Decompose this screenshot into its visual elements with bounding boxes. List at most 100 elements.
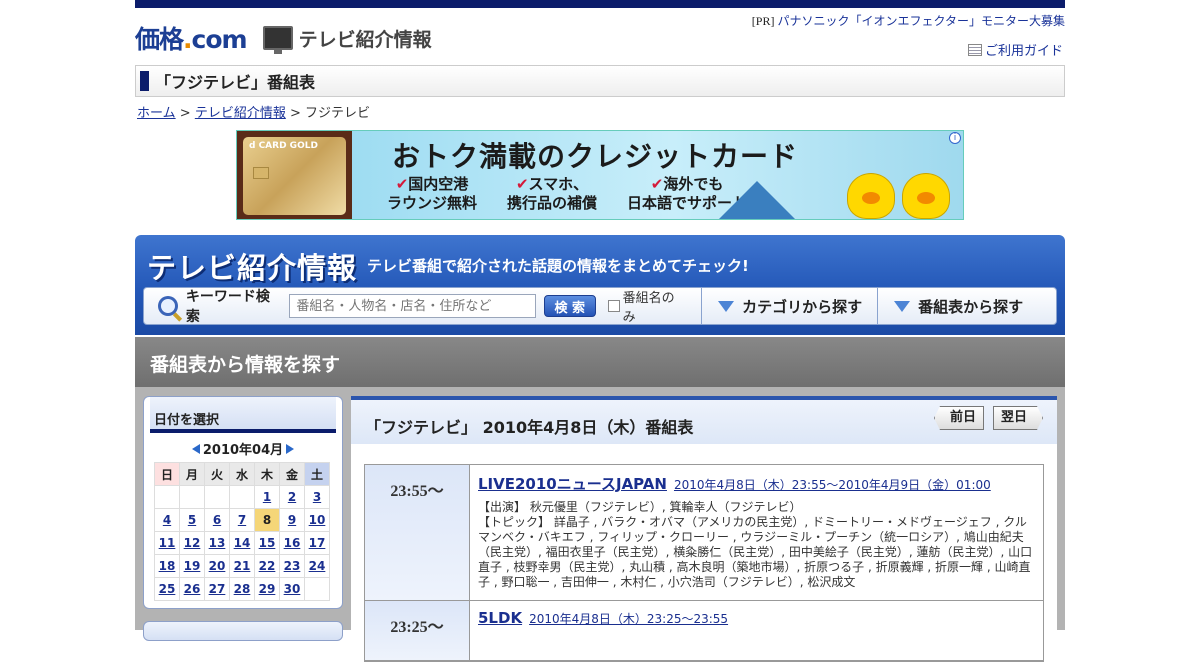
program-datetime-link[interactable]: 2010年4月8日（木）23:55～2010年4月9日（金）01:00 (674, 476, 991, 493)
check-icon: ✔ (515, 175, 529, 193)
calendar-day[interactable]: 5 (179, 508, 205, 532)
pr-link[interactable]: パナソニック「イオンエフェクター」モニター大募集 (777, 14, 1065, 28)
calendar-day[interactable]: 9 (279, 508, 305, 532)
calendar-day[interactable]: 28 (229, 577, 255, 601)
calendar-day[interactable]: 2 (279, 485, 305, 509)
calendar-day[interactable]: 20 (204, 554, 230, 578)
calendar-day-link[interactable]: 6 (213, 513, 221, 527)
calendar-day[interactable]: 12 (179, 531, 205, 555)
tab-schedule[interactable]: 番組表から探す (877, 287, 1056, 325)
calendar-day[interactable]: 26 (179, 577, 205, 601)
calendar-day[interactable]: 16 (279, 531, 305, 555)
calendar-day-link[interactable]: 7 (238, 513, 246, 527)
check-icon: ✔ (650, 175, 664, 193)
program-title-line: 5LDK 2010年4月8日（木）23:25～23:55 (478, 609, 1035, 627)
calendar-day-link[interactable]: 18 (159, 559, 176, 573)
calendar-day-link[interactable]: 17 (309, 536, 326, 550)
calendar-day[interactable]: 7 (229, 508, 255, 532)
calendar-day[interactable]: 17 (304, 531, 330, 555)
calendar-day-link[interactable]: 22 (259, 559, 276, 573)
search-button[interactable]: 検 索 (543, 295, 596, 317)
program-title-link[interactable]: LIVE2010ニュースJAPAN (478, 473, 667, 494)
calendar-day-link[interactable]: 13 (209, 536, 226, 550)
ad-card-label: d CARD GOLD (249, 141, 318, 151)
schedule-heading: 「フジテレビ」 2010年4月8日（木）番組表 (365, 418, 694, 437)
calendar-day[interactable]: 6 (204, 508, 230, 532)
calendar-day-link[interactable]: 24 (309, 559, 326, 573)
calendar-day-link[interactable]: 26 (184, 582, 201, 596)
checkbox-icon[interactable] (607, 300, 620, 312)
guide-link[interactable]: ご利用ガイド (985, 40, 1063, 59)
calendar-day[interactable]: 30 (279, 577, 305, 601)
calendar-day-link[interactable]: 4 (163, 513, 171, 527)
program-name-only-checkbox[interactable]: 番組名のみ (607, 287, 688, 325)
calendar-day-link[interactable]: 30 (284, 582, 301, 596)
guide-link-wrap[interactable]: ご利用ガイド (967, 40, 1063, 59)
ad-features: ✔国内空港 ラウンジ無料 ✔スマホ、 携行品の補償 ✔海外でも 日本語でサポート (387, 175, 747, 213)
calendar-day[interactable]: 10 (304, 508, 330, 532)
program-time: 23:55～ (365, 465, 470, 600)
breadcrumb-tv-info[interactable]: テレビ紹介情報 (195, 106, 286, 121)
calendar-day-link[interactable]: 9 (288, 513, 296, 527)
program-body: LIVE2010ニュースJAPAN 2010年4月8日（木）23:55～2010… (470, 465, 1043, 600)
calendar-day[interactable]: 4 (154, 508, 180, 532)
prev-month-icon[interactable] (191, 443, 200, 454)
calendar-day-link[interactable]: 19 (184, 559, 201, 573)
triangle-down-icon (894, 300, 911, 312)
calendar-day[interactable]: 22 (254, 554, 280, 578)
weekday-label: 月 (179, 462, 205, 486)
banner-ad[interactable]: d CARD GOLD おトク満載のクレジットカード ✔国内空港 ラウンジ無料 ✔… (236, 130, 964, 220)
calendar-day-link[interactable]: 14 (234, 536, 251, 550)
calendar-day[interactable]: 25 (154, 577, 180, 601)
calendar-day-link[interactable]: 5 (188, 513, 196, 527)
calendar-day[interactable]: 27 (204, 577, 230, 601)
program-title-link[interactable]: 5LDK (478, 609, 522, 627)
schedule-header: 「フジテレビ」 2010年4月8日（木）番組表 前日 翌日 (351, 400, 1057, 444)
calendar-day-link[interactable]: 1 (263, 490, 271, 504)
tab-category[interactable]: カテゴリから探す (701, 287, 877, 325)
bird-mascot-icon (847, 173, 895, 219)
calendar-week: 11 12 13 14 15 16 17 (154, 531, 330, 555)
calendar-day[interactable]: 18 (154, 554, 180, 578)
calendar-day[interactable]: 13 (204, 531, 230, 555)
calendar-day-link[interactable]: 15 (259, 536, 276, 550)
prev-day-button[interactable]: 前日 (934, 406, 984, 430)
calendar-day-link[interactable]: 10 (309, 513, 326, 527)
breadcrumb-current: フジテレビ (305, 106, 371, 121)
next-month-icon[interactable] (286, 443, 295, 454)
program-datetime-link[interactable]: 2010年4月8日（木）23:25～23:55 (529, 610, 728, 627)
calendar-day-link[interactable]: 25 (159, 582, 176, 596)
logo-text: 価格.com (135, 25, 248, 54)
calendar-day-link[interactable]: 20 (209, 559, 226, 573)
calendar-day-link[interactable]: 21 (234, 559, 251, 573)
pr-tag: [PR] (751, 14, 775, 28)
calendar-day[interactable]: 19 (179, 554, 205, 578)
calendar-day[interactable]: 24 (304, 554, 330, 578)
calendar-day[interactable]: 1 (254, 485, 280, 509)
calendar-day[interactable]: 23 (279, 554, 305, 578)
keyword-input[interactable] (289, 294, 536, 318)
calendar-day[interactable]: 14 (229, 531, 255, 555)
breadcrumb-home[interactable]: ホーム (137, 106, 176, 121)
next-day-button[interactable]: 翌日 (993, 406, 1043, 430)
calendar-day-link[interactable]: 23 (284, 559, 301, 573)
calendar-day-link[interactable]: 29 (259, 582, 276, 596)
calendar-empty-cell (154, 485, 180, 509)
calendar-day[interactable]: 11 (154, 531, 180, 555)
calendar-day[interactable]: 8 (254, 508, 280, 532)
calendar-day-link[interactable]: 12 (184, 536, 201, 550)
calendar-day[interactable]: 21 (229, 554, 255, 578)
ad-info-icon[interactable]: i (949, 132, 961, 144)
calendar-day-link[interactable]: 28 (234, 582, 251, 596)
calendar-day-link[interactable]: 11 (159, 536, 176, 550)
calendar-day[interactable]: 15 (254, 531, 280, 555)
calendar-day[interactable]: 29 (254, 577, 280, 601)
calendar-day-link[interactable]: 27 (209, 582, 226, 596)
calendar-day[interactable]: 3 (304, 485, 330, 509)
calendar-week: 4 5 6 7 8 9 10 (154, 508, 330, 532)
site-logo[interactable]: 価格.com テレビ紹介情報 (135, 20, 432, 56)
calendar-day-link[interactable]: 2 (288, 490, 296, 504)
program-description: 【出演】 秋元優里（フジテレビ）, 箕輪幸人（フジテレビ） 【トピック】 詳晶子… (478, 500, 1033, 589)
calendar-day-link[interactable]: 3 (313, 490, 321, 504)
calendar-day-link[interactable]: 16 (284, 536, 301, 550)
